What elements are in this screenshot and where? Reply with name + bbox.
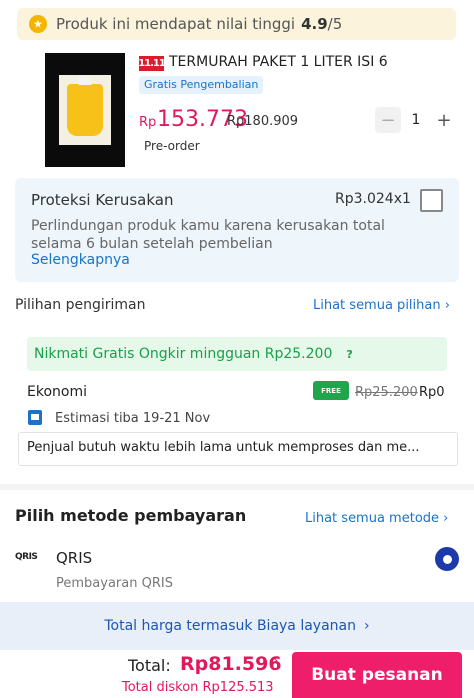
product-old-price: Rp180.909 (227, 114, 299, 129)
protection-more-link[interactable]: Selengkapnya (31, 252, 130, 268)
protection-description: Perlindungan produk kamu karena kerusaka… (31, 218, 385, 252)
free-shipping-promo: Nikmati Gratis Ongkir mingguan Rp25.200 … (27, 337, 447, 371)
protection-card: Proteksi Kerusakan Rp3.024x1 Perlindunga… (15, 178, 459, 282)
free-truck-icon: FREE (313, 381, 349, 400)
shipping-eta: Estimasi tiba 19-21 Nov (55, 411, 211, 426)
preorder-label: Pre-order (144, 139, 200, 153)
protection-checkbox[interactable] (420, 189, 443, 212)
payment-radio-selected[interactable] (435, 547, 459, 571)
shipping-title: Pilihan pengiriman (15, 297, 146, 313)
shipping-new-cost: Rp0 (419, 385, 445, 400)
protection-price: Rp3.024x1 (335, 191, 411, 207)
rating-scale: /5 (327, 15, 343, 33)
protection-title: Proteksi Kerusakan (31, 191, 174, 209)
total-discount: Total diskon Rp125.513 (122, 680, 274, 695)
shipping-see-all-link[interactable]: Lihat semua pilihan › (313, 298, 450, 313)
total-label: Total: (128, 656, 171, 675)
rating-text: Produk ini mendapat nilai tinggi (56, 15, 296, 33)
section-divider (0, 484, 474, 490)
payment-title: Pilih metode pembayaran (15, 506, 247, 525)
chevron-right-icon: › (364, 618, 370, 634)
help-icon[interactable]: ? (346, 348, 352, 361)
place-order-button[interactable]: Buat pesanan (292, 652, 462, 698)
shipping-option-name[interactable]: Ekonomi (27, 384, 87, 400)
rating-banner: Produk ini mendapat nilai tinggi 4.9 /5 (17, 8, 456, 40)
payment-method-desc: Pembayaran QRIS (56, 576, 173, 591)
product-image[interactable] (45, 53, 125, 167)
product-title[interactable]: TERMURAH PAKET 1 LITER ISI 6 (169, 54, 388, 70)
service-fee-text: Total harga termasuk Biaya layanan (104, 618, 356, 634)
shipping-old-cost: Rp25.200 (355, 385, 418, 400)
seller-note[interactable]: Penjual butuh waktu lebih lama untuk mem… (18, 432, 458, 466)
star-icon (29, 15, 47, 33)
product-card: 11.11 TERMURAH PAKET 1 LITER ISI 6 Grati… (17, 48, 457, 174)
service-fee-bar[interactable]: Total harga termasuk Biaya layanan › (0, 602, 474, 650)
qris-logo: QRIS (15, 552, 38, 562)
payment-see-all-link[interactable]: Lihat semua metode › (305, 511, 448, 526)
rating-score: 4.9 (301, 15, 328, 33)
delivery-icon (28, 410, 42, 425)
quantity-stepper: − 1 + (375, 105, 457, 135)
price-currency: Rp (139, 115, 157, 130)
checkout-footer: Total: Rp81.596 ^ Total diskon Rp125.513… (0, 650, 474, 698)
sale-badge: 11.11 (138, 56, 166, 71)
promo-text: Nikmati Gratis Ongkir mingguan Rp25.200 (34, 346, 333, 362)
return-tag: Gratis Pengembalian (139, 76, 264, 94)
qty-plus-button[interactable]: + (431, 107, 457, 133)
payment-method-name[interactable]: QRIS (56, 549, 92, 567)
qty-minus-button[interactable]: − (375, 107, 401, 133)
caret-up-icon[interactable]: ^ (268, 656, 279, 671)
total-value[interactable]: Rp81.596 (180, 653, 282, 675)
qty-value[interactable]: 1 (401, 112, 431, 128)
bottle-icon (67, 77, 103, 136)
